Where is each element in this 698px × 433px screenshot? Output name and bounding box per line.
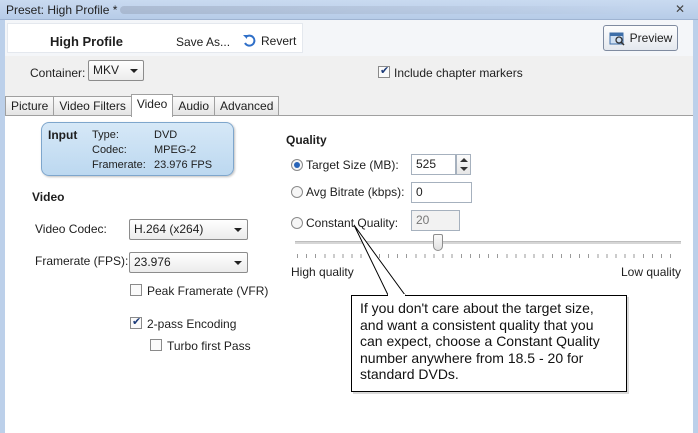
save-as-button[interactable]: Save As... bbox=[176, 35, 230, 49]
video-codec-select[interactable]: H.264 (x264) bbox=[129, 219, 248, 240]
stepper-up-icon[interactable] bbox=[460, 158, 468, 162]
container-select[interactable]: MKV bbox=[88, 60, 144, 81]
chapter-markers-checkbox[interactable] bbox=[378, 64, 390, 78]
preview-window-icon bbox=[609, 32, 625, 46]
tab-advanced[interactable]: Advanced bbox=[214, 96, 280, 116]
video-codec-label: Video Codec: bbox=[35, 222, 107, 236]
low-quality-label: Low quality bbox=[621, 265, 682, 279]
target-size-input[interactable]: 525 bbox=[411, 154, 456, 175]
peak-framerate-checkbox[interactable] bbox=[130, 284, 142, 296]
container-label: Container: bbox=[30, 66, 86, 80]
avg-bitrate-label: Avg Bitrate (kbps): bbox=[306, 185, 405, 199]
preset-toolbar: High Profile Save As... Revert Preview bbox=[5, 20, 693, 56]
target-size-label: Target Size (MB): bbox=[306, 158, 399, 172]
video-tab-panel: Input Type: DVD Codec: MPEG-2 Framerate:… bbox=[5, 115, 693, 433]
framerate-value: 23.976 bbox=[134, 255, 171, 269]
constant-quality-input[interactable]: 20 bbox=[411, 210, 460, 231]
preview-button[interactable]: Preview bbox=[603, 25, 678, 51]
tab-video-filters[interactable]: Video Filters bbox=[53, 96, 132, 116]
target-size-stepper[interactable] bbox=[456, 154, 471, 175]
source-codec-label: Codec: bbox=[92, 144, 127, 156]
source-type-label: Type: bbox=[92, 129, 119, 141]
source-type-value: DVD bbox=[154, 129, 178, 141]
undo-arrow-icon bbox=[243, 34, 256, 47]
framerate-label: Framerate (FPS): bbox=[35, 254, 129, 268]
video-codec-value: H.264 (x264) bbox=[134, 222, 204, 236]
peak-framerate-label: Peak Framerate (VFR) bbox=[147, 284, 269, 298]
tab-video[interactable]: Video bbox=[130, 94, 174, 117]
two-pass-label: 2-pass Encoding bbox=[147, 317, 237, 331]
blurred-title-text bbox=[120, 6, 640, 14]
quality-slider-thumb[interactable] bbox=[432, 234, 443, 251]
quality-slider-track[interactable] bbox=[295, 241, 681, 244]
revert-button[interactable]: Revert bbox=[242, 34, 296, 48]
preview-label: Preview bbox=[629, 31, 673, 45]
video-section-title: Video bbox=[32, 190, 65, 204]
quality-slider-ticks bbox=[297, 254, 679, 258]
avg-bitrate-radio[interactable] bbox=[291, 186, 303, 198]
two-pass-checkbox[interactable] bbox=[130, 315, 142, 329]
settings-tabs: Picture Video Filters Video Audio Advanc… bbox=[5, 94, 280, 117]
tab-audio[interactable]: Audio bbox=[172, 96, 216, 116]
chevron-down-icon bbox=[130, 69, 138, 73]
source-framerate-value: 23.976 FPS bbox=[154, 159, 213, 171]
help-callout: If you don't care about the target size,… bbox=[351, 295, 627, 392]
framerate-select[interactable]: 23.976 bbox=[129, 252, 248, 273]
constant-quality-label: Constant Quality: bbox=[306, 216, 399, 230]
title-bar: Preset: High Profile * ✕ bbox=[0, 0, 698, 20]
window-title: Preset: High Profile * bbox=[6, 3, 118, 17]
chapter-markers-label: Include chapter markers bbox=[394, 66, 523, 80]
high-quality-label: High quality bbox=[291, 265, 354, 279]
stepper-down-icon[interactable] bbox=[460, 167, 468, 171]
chevron-down-icon bbox=[234, 261, 242, 265]
window-frame-right bbox=[693, 20, 698, 433]
close-icon[interactable]: ✕ bbox=[670, 1, 690, 18]
container-value: MKV bbox=[93, 63, 120, 77]
source-codec-value: MPEG-2 bbox=[154, 144, 197, 156]
tab-picture[interactable]: Picture bbox=[5, 96, 55, 116]
revert-label: Revert bbox=[261, 34, 297, 48]
turbo-first-pass-label: Turbo first Pass bbox=[167, 339, 251, 353]
source-framerate-label: Framerate: bbox=[92, 159, 146, 171]
avg-bitrate-input[interactable]: 0 bbox=[411, 182, 472, 203]
source-heading: Input bbox=[48, 128, 78, 142]
target-size-radio[interactable] bbox=[291, 159, 303, 171]
preset-name: High Profile bbox=[50, 34, 123, 49]
source-info-box: Input Type: DVD Codec: MPEG-2 Framerate:… bbox=[41, 122, 234, 176]
quality-section-title: Quality bbox=[286, 133, 327, 147]
chevron-down-icon bbox=[234, 228, 242, 232]
turbo-first-pass-checkbox[interactable] bbox=[150, 339, 162, 351]
preset-header: High Profile Save As... Revert bbox=[7, 23, 303, 53]
constant-quality-radio[interactable] bbox=[291, 217, 303, 229]
